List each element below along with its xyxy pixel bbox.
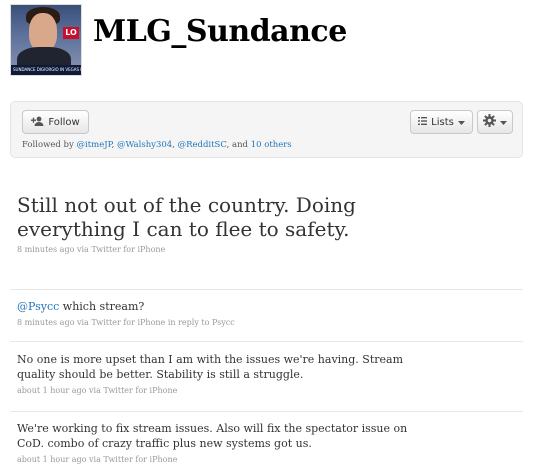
- via-label: via: [76, 245, 89, 254]
- tweet-text: We're working to fix stream issues. Also…: [17, 422, 408, 450]
- tweet-meta: 8 minutes ago via Twitter for iPhone: [17, 245, 407, 254]
- avatar-ticker: SUNDANCE DIGIORGIO IN VEGAS LAST YEAR: [11, 65, 81, 75]
- tweet-source[interactable]: Twitter for iPhone: [91, 318, 165, 327]
- reply-to-link[interactable]: Psycc: [212, 318, 235, 327]
- divider: [10, 341, 523, 342]
- tweet-meta: 8 minutes ago via Twitter for iPhone in …: [17, 318, 417, 327]
- lists-button-label: Lists: [431, 116, 454, 128]
- follow-button[interactable]: Follow: [22, 110, 89, 134]
- followed-by: Followed by @itmeJP, @Walshy304, @Reddit…: [22, 140, 292, 150]
- avatar-face: [29, 13, 57, 51]
- divider: [10, 411, 523, 412]
- avatar-logo: LO: [63, 27, 79, 39]
- followed-by-prefix: Followed by: [22, 140, 74, 150]
- follower-link[interactable]: @itmeJP: [77, 140, 112, 150]
- tweet-text: Still not out of the country. Doing ever…: [17, 193, 356, 241]
- profile-actions-box: Follow Lists Followed by @itmeJP, @Walsh…: [10, 101, 523, 158]
- gear-icon: [483, 114, 496, 130]
- mention-link[interactable]: @Psycc: [17, 300, 59, 313]
- via-label: via: [76, 318, 89, 327]
- settings-button[interactable]: [477, 110, 513, 134]
- tweet-timestamp[interactable]: 8 minutes ago: [17, 318, 74, 327]
- list-icon: [418, 116, 428, 128]
- tweet: No one is more upset than I am with the …: [17, 352, 417, 395]
- divider: [10, 289, 523, 290]
- reply-prefix: in reply to: [167, 318, 210, 327]
- tweet: We're working to fix stream issues. Also…: [17, 421, 417, 464]
- via-label: via: [89, 386, 101, 395]
- caret-down-icon: [457, 117, 465, 128]
- lists-button[interactable]: Lists: [410, 110, 473, 134]
- tweet-source[interactable]: Twitter for iPhone: [103, 386, 177, 395]
- tweet-text: @Psycc which stream?: [17, 299, 417, 314]
- profile-avatar[interactable]: LO SUNDANCE DIGIORGIO IN VEGAS LAST YEAR: [10, 4, 82, 76]
- others-link[interactable]: 10 others: [251, 140, 292, 150]
- tweet: @Psycc which stream? 8 minutes ago via T…: [17, 299, 417, 327]
- tweet-source[interactable]: Twitter for iPhone: [91, 245, 165, 254]
- tweet-text: No one is more upset than I am with the …: [17, 353, 404, 381]
- tweet-featured: Still not out of the country. Doing ever…: [17, 193, 407, 254]
- caret-down-icon: [500, 117, 507, 128]
- tweet-text-body: which stream?: [59, 300, 145, 313]
- tweet-timestamp[interactable]: about 1 hour ago: [17, 386, 86, 395]
- tweet-source[interactable]: Twitter for iPhone: [103, 455, 177, 464]
- screen-name: MLG_Sundance: [93, 14, 347, 49]
- tweet-meta: about 1 hour ago via Twitter for iPhone: [17, 386, 417, 395]
- tweet-timestamp[interactable]: about 1 hour ago: [17, 455, 86, 464]
- add-user-icon: [31, 116, 44, 129]
- separator: , and: [226, 140, 251, 150]
- follow-button-label: Follow: [48, 116, 80, 128]
- tweet-timestamp[interactable]: 8 minutes ago: [17, 245, 74, 254]
- tweet-meta: about 1 hour ago via Twitter for iPhone: [17, 455, 417, 464]
- follower-link[interactable]: @Walshy304: [117, 140, 172, 150]
- via-label: via: [89, 455, 101, 464]
- follower-link[interactable]: @RedditSC: [178, 140, 227, 150]
